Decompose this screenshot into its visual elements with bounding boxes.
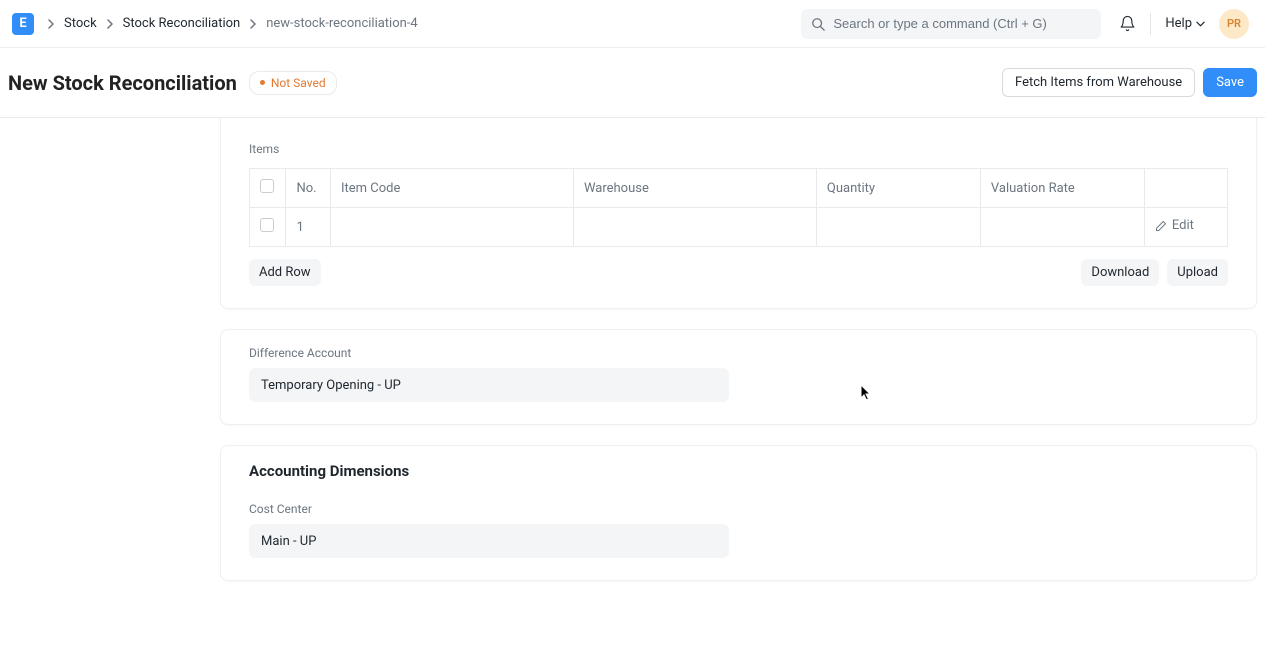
row-valuation-rate[interactable]: [980, 208, 1144, 247]
difference-account-field[interactable]: Temporary Opening - UP: [249, 368, 729, 402]
chevron-right-icon: [103, 17, 117, 31]
breadcrumb-stock-reconciliation[interactable]: Stock Reconciliation: [123, 16, 241, 31]
header-warehouse: Warehouse: [573, 169, 816, 208]
upload-button[interactable]: Upload: [1167, 259, 1228, 286]
cost-center-value: Main - UP: [261, 534, 316, 549]
items-actions: Add Row Download Upload: [249, 259, 1228, 286]
select-all-checkbox[interactable]: [260, 179, 274, 193]
status-dot-icon: [260, 80, 265, 85]
breadcrumb-current: new-stock-reconciliation-4: [266, 16, 418, 31]
row-warehouse[interactable]: [573, 208, 816, 247]
add-row-button[interactable]: Add Row: [249, 259, 321, 286]
nav-right: Help PR: [1119, 9, 1255, 39]
row-checkbox[interactable]: [260, 218, 274, 232]
header-actions: [1144, 169, 1227, 208]
items-label: Items: [249, 142, 1228, 156]
row-item-code[interactable]: [330, 208, 573, 247]
save-button[interactable]: Save: [1203, 68, 1257, 97]
status-badge: Not Saved: [249, 71, 337, 95]
breadcrumb: Stock Stock Reconciliation new-stock-rec…: [38, 16, 801, 31]
edit-label: Edit: [1172, 218, 1194, 233]
accounting-dimensions-title: Accounting Dimensions: [249, 462, 1228, 480]
header-valuation-rate: Valuation Rate: [980, 169, 1144, 208]
edit-row-button[interactable]: Edit: [1155, 218, 1194, 233]
nav-separator: [1150, 13, 1151, 35]
chevron-right-icon: [44, 17, 58, 31]
fetch-items-button[interactable]: Fetch Items from Warehouse: [1002, 68, 1195, 97]
difference-account-section: Difference Account Temporary Opening - U…: [220, 329, 1257, 425]
pencil-icon: [1155, 220, 1167, 232]
row-no: 1: [286, 208, 331, 247]
header-quantity: Quantity: [816, 169, 980, 208]
global-search[interactable]: [801, 9, 1101, 39]
difference-account-value: Temporary Opening - UP: [261, 378, 401, 393]
row-actions: Edit: [1144, 208, 1227, 247]
page-title: New Stock Reconciliation: [8, 71, 237, 95]
difference-account-label: Difference Account: [249, 346, 1228, 360]
breadcrumb-stock[interactable]: Stock: [64, 16, 97, 31]
help-menu[interactable]: Help: [1165, 16, 1205, 31]
accounting-dimensions-section: Accounting Dimensions Cost Center Main -…: [220, 445, 1257, 581]
top-navbar: E Stock Stock Reconciliation new-stock-r…: [0, 0, 1265, 48]
bell-icon[interactable]: [1119, 15, 1136, 32]
cost-center-label: Cost Center: [249, 502, 1228, 516]
status-text: Not Saved: [271, 76, 326, 90]
chevron-right-icon: [246, 17, 260, 31]
row-checkbox-cell: [250, 208, 286, 247]
table-row[interactable]: 1 Edit: [250, 208, 1228, 247]
search-icon: [811, 17, 825, 31]
header-no: No.: [286, 169, 331, 208]
help-label: Help: [1165, 16, 1192, 31]
avatar[interactable]: PR: [1219, 9, 1249, 39]
download-button[interactable]: Download: [1081, 259, 1159, 286]
search-input[interactable]: [831, 15, 1091, 32]
form-content: Items No. Item Code Warehouse Quantity V…: [0, 118, 1265, 605]
cost-center-field[interactable]: Main - UP: [249, 524, 729, 558]
items-section: Items No. Item Code Warehouse Quantity V…: [220, 118, 1257, 309]
page-header: New Stock Reconciliation Not Saved Fetch…: [0, 48, 1265, 118]
items-table: No. Item Code Warehouse Quantity Valuati…: [249, 168, 1228, 247]
header-checkbox-cell: [250, 169, 286, 208]
chevron-down-icon: [1196, 21, 1205, 27]
header-item-code: Item Code: [330, 169, 573, 208]
row-quantity[interactable]: [816, 208, 980, 247]
app-logo[interactable]: E: [12, 13, 34, 35]
